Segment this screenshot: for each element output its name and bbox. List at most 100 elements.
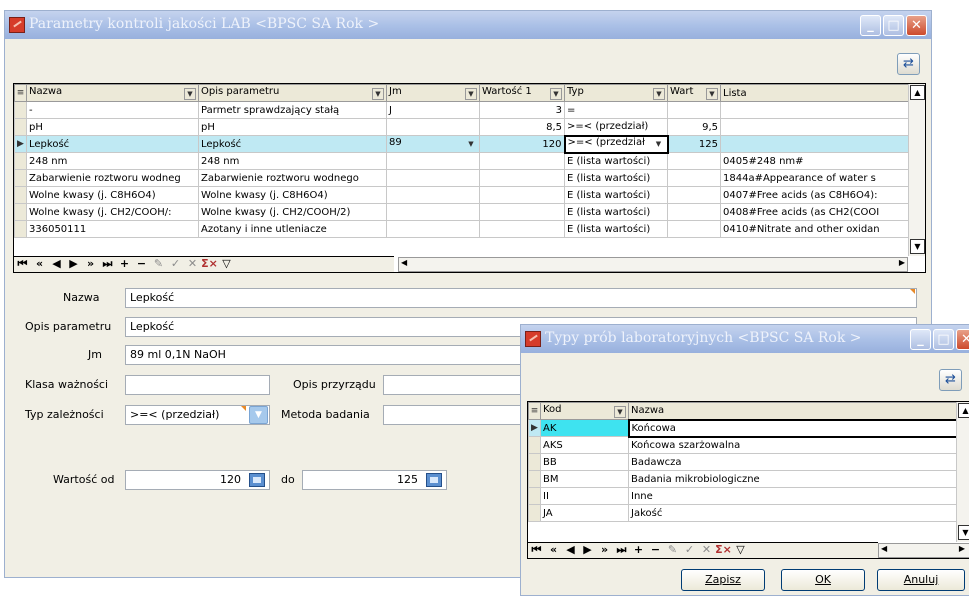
table-row[interactable]: Wolne kwasy (j. C8H6O4) Wolne kwasy (j. C…: [14, 186, 911, 204]
next-record-icon[interactable]: ▶: [579, 543, 596, 556]
table-row[interactable]: 248 nm 248 nm E (lista wartości) 0405#248…: [14, 152, 911, 170]
table-row[interactable]: pH pH 8,5 >=< (przedział) 9,5: [14, 118, 911, 136]
prev-page-icon[interactable]: «: [545, 543, 562, 556]
nazwa-field[interactable]: Lepkość: [125, 288, 917, 308]
opis-przyrzadu-field[interactable]: [383, 375, 533, 395]
prev-record-icon[interactable]: ◀: [48, 257, 65, 270]
edit-record-icon[interactable]: ✎: [664, 543, 681, 556]
refresh-icon[interactable]: ⇄: [939, 369, 962, 391]
prev-record-icon[interactable]: ◀: [562, 543, 579, 556]
ok-button[interactable]: OK: [781, 569, 865, 591]
column-header-nazwa[interactable]: Nazwa ▼: [26, 84, 199, 102]
sum-icon[interactable]: Σ×: [715, 543, 732, 556]
filter-icon[interactable]: ▽: [218, 257, 235, 270]
table-row[interactable]: BB Badawcza: [528, 453, 959, 471]
scroll-up-icon[interactable]: ▲: [910, 85, 925, 100]
column-header-typ[interactable]: Typ ▼: [564, 84, 668, 102]
prev-page-icon[interactable]: «: [31, 257, 48, 270]
scroll-up-icon[interactable]: ▲: [958, 403, 969, 418]
delete-record-icon[interactable]: −: [647, 543, 664, 556]
post-record-icon[interactable]: ✓: [681, 543, 698, 556]
first-record-icon[interactable]: ⏮: [14, 257, 31, 271]
jm-field[interactable]: 89 ml 0,1N NaOH: [125, 345, 533, 365]
maximize-button[interactable]: □: [933, 329, 954, 350]
column-header-kod[interactable]: Kod ▼: [540, 402, 629, 420]
last-record-icon[interactable]: ⏭: [99, 257, 116, 271]
chevron-down-icon[interactable]: ▼: [706, 88, 718, 100]
chevron-down-icon[interactable]: ▼: [184, 88, 196, 100]
last-record-icon[interactable]: ⏭: [613, 543, 630, 557]
post-record-icon[interactable]: ✓: [167, 257, 184, 270]
scroll-right-icon[interactable]: ▶: [899, 258, 905, 267]
klasa-label: Klasa ważności: [25, 378, 109, 391]
table-row[interactable]: Zabarwienie roztworu wodneg Zabarwienie r…: [14, 169, 911, 187]
calculator-icon[interactable]: [426, 473, 442, 487]
typ-cell-editor[interactable]: >=< (przedział ▼: [563, 134, 669, 154]
grid-horizontal-scrollbar[interactable]: ◀ ▶: [398, 257, 908, 272]
minimize-button[interactable]: _: [910, 329, 931, 350]
close-button[interactable]: ✕: [906, 15, 927, 36]
column-header-wart[interactable]: Wart ▼: [667, 84, 721, 102]
scroll-right-icon[interactable]: ▶: [959, 544, 965, 553]
add-record-icon[interactable]: +: [116, 257, 133, 270]
column-header-jm[interactable]: Jm ▼: [386, 84, 480, 102]
table-row[interactable]: JA Jakość: [528, 504, 959, 522]
chevron-down-icon[interactable]: ▼: [550, 88, 562, 100]
chevron-down-icon[interactable]: ▼: [465, 139, 477, 151]
chevron-down-icon[interactable]: ▼: [653, 88, 665, 100]
table-row[interactable]: - Parmetr sprawdzający stałą J3 =: [14, 101, 911, 119]
next-page-icon[interactable]: »: [82, 257, 99, 270]
scroll-down-icon[interactable]: ▼: [910, 239, 925, 254]
add-record-icon[interactable]: +: [630, 543, 647, 556]
cancel-button[interactable]: Anuluj: [877, 569, 965, 591]
chevron-down-icon[interactable]: ▼: [372, 88, 384, 100]
next-record-icon[interactable]: ▶: [65, 257, 82, 270]
cancel-record-icon[interactable]: ✕: [698, 543, 715, 556]
table-row[interactable]: 336050111 Azotany i inne utleniacze E (li…: [14, 220, 911, 238]
table-row[interactable]: Wolne kwasy (j. CH2/COOH/: Wolne kwasy (j…: [14, 203, 911, 221]
table-row[interactable]: BM Badania mikrobiologiczne: [528, 470, 959, 488]
close-button[interactable]: ✕: [956, 329, 969, 350]
typ-label: Typ zależności: [25, 408, 104, 421]
table-row-selected[interactable]: ▶ Lepkość Lepkość 89 ▼ 120 >=< (przedział ▼…: [14, 134, 911, 154]
column-header-nazwa[interactable]: Nazwa: [628, 402, 959, 420]
next-page-icon[interactable]: »: [596, 543, 613, 556]
opis-przyrzadu-label: Opis przyrządu: [293, 378, 376, 391]
filter-icon[interactable]: ▽: [732, 543, 749, 556]
chevron-down-icon[interactable]: ▼: [614, 406, 626, 418]
edit-record-icon[interactable]: ✎: [150, 257, 167, 270]
klasa-field[interactable]: [125, 375, 270, 395]
dialog-horizontal-scrollbar[interactable]: ◀ ▶: [878, 543, 969, 558]
delete-record-icon[interactable]: −: [133, 257, 150, 270]
sum-icon[interactable]: Σ×: [201, 257, 218, 270]
column-header-lista[interactable]: Lista: [720, 84, 911, 102]
dialog-title: Typy prób laboratoryjnych <BPSC SA Rok >: [545, 330, 862, 346]
jm-cell-dropdown[interactable]: 89 ▼: [386, 135, 480, 153]
table-row-selected[interactable]: ▶ AK Końcowa: [528, 418, 960, 438]
table-row[interactable]: AKS Końcowa szarżowalna: [528, 436, 959, 454]
scroll-down-icon[interactable]: ▼: [958, 525, 969, 540]
chevron-down-icon[interactable]: ▼: [249, 406, 268, 424]
scroll-left-icon[interactable]: ◀: [881, 544, 887, 553]
chevron-down-icon[interactable]: ▼: [653, 139, 665, 151]
dialog-vertical-scrollbar[interactable]: ▲ ▼: [956, 402, 969, 542]
dialog-titlebar[interactable]: Typy prób laboratoryjnych <BPSC SA Rok >…: [521, 325, 969, 353]
cancel-record-icon[interactable]: ✕: [184, 257, 201, 270]
calculator-icon[interactable]: [249, 473, 265, 487]
maximize-button[interactable]: □: [883, 15, 904, 36]
column-header-opis[interactable]: Opis parametru ▼: [198, 84, 387, 102]
first-record-icon[interactable]: ⏮: [528, 543, 545, 557]
chevron-down-icon[interactable]: ▼: [465, 88, 477, 100]
sample-types-table: ≡ Kod ▼ Nazwa ▶ AK Końcowa AKS Końcowa sza…: [528, 402, 960, 522]
grid-vertical-scrollbar[interactable]: ▲ ▼: [908, 84, 925, 256]
main-titlebar[interactable]: Parametry kontroli jakości LAB <BPSC SA …: [5, 11, 931, 39]
save-button[interactable]: Zapisz: [681, 569, 765, 591]
parameters-table: ≡ Nazwa ▼ Opis parametru ▼ Jm ▼ Wartość 1 ▼ …: [14, 84, 911, 238]
metoda-field[interactable]: [383, 405, 533, 425]
table-row[interactable]: II Inne: [528, 487, 959, 505]
app-icon: [9, 17, 25, 33]
scroll-left-icon[interactable]: ◀: [401, 258, 407, 267]
minimize-button[interactable]: _: [860, 15, 881, 36]
column-header-wartosc1[interactable]: Wartość 1 ▼: [479, 84, 565, 102]
refresh-icon[interactable]: ⇄: [897, 53, 920, 75]
